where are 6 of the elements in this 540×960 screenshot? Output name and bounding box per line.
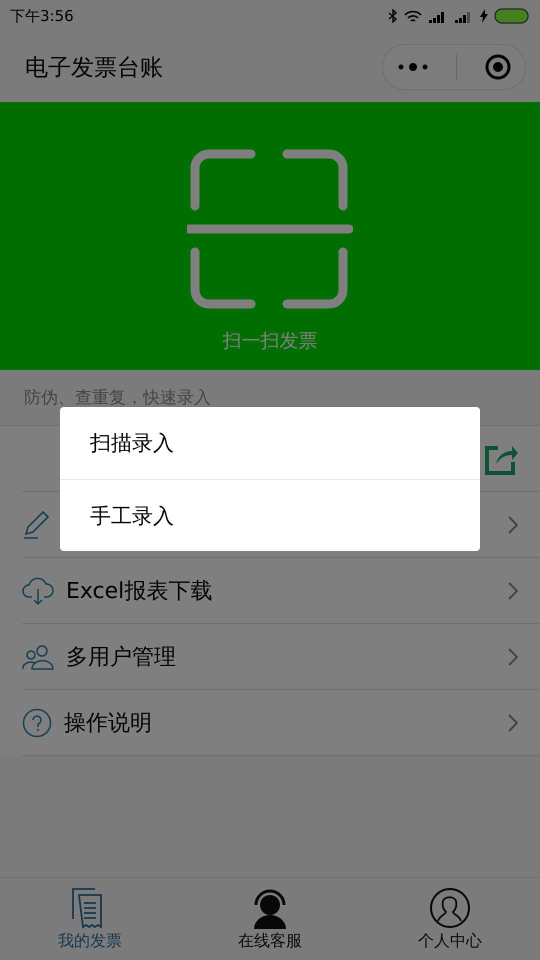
- status-time: 下午3:56: [10, 6, 74, 26]
- menu-label: 操作说明: [64, 710, 153, 738]
- scan-caption: 扫一扫发票: [222, 329, 318, 354]
- menu-label: 多用户管理: [66, 644, 177, 672]
- page-title: 电子发票台账: [25, 54, 163, 82]
- menu-label: Excel报表下载: [66, 578, 214, 606]
